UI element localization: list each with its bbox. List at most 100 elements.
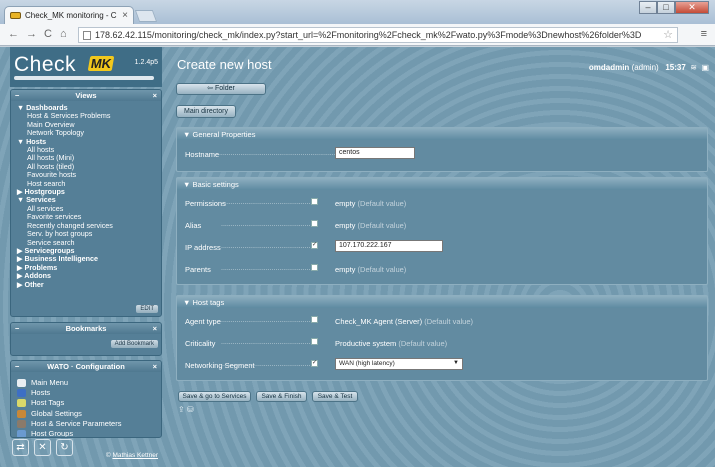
page-title: Create new host [177, 57, 272, 72]
address-bar[interactable]: 178.62.42.115/monitoring/check_mk/index.… [78, 27, 678, 43]
setting-row: Networking Segment......................… [177, 357, 707, 375]
general-properties-header[interactable]: ▼ General Properties [177, 128, 707, 140]
tab-close-icon[interactable]: × [122, 10, 128, 21]
sidebar: Check MK 1.2.4p5 − Views × ▼ Dashboards H… [10, 47, 162, 467]
dots: ........................................… [221, 361, 311, 368]
wato-item-icon [17, 399, 26, 408]
setting-label: Agent type [185, 317, 221, 326]
setting-label: Criticality [185, 339, 216, 348]
version-label: 1.2.4p5 [134, 59, 158, 66]
override-checkbox[interactable] [311, 198, 318, 205]
override-checkbox[interactable] [311, 220, 318, 227]
bookmark-star-icon[interactable]: ☆ [663, 28, 673, 41]
host-tags-header[interactable]: ▼ Host tags [177, 296, 707, 308]
home-icon[interactable]: ⌂ [60, 28, 67, 40]
wato-menu-item[interactable]: Host Tags [17, 398, 161, 408]
browser-tab[interactable]: Check_MK monitoring - C × [4, 6, 134, 24]
dots: ........................................… [217, 150, 335, 157]
browser-menu-icon[interactable]: ≡ [701, 28, 707, 40]
wato-item-icon [17, 389, 26, 398]
main-header: Create new host omdadmin (admin) 15:37 ≋… [174, 55, 709, 73]
browser-navbar: ← → C ⌂ 178.62.42.115/monitoring/check_m… [0, 24, 715, 46]
views-list: ▼ Dashboards Host & Services Problems Main… [11, 101, 161, 289]
main-directory-button[interactable]: Main directory [176, 105, 236, 118]
wato-item-icon [17, 419, 26, 428]
restart-icon[interactable]: ↻ [56, 439, 73, 456]
basic-settings-header[interactable]: ▼ Basic settings [177, 178, 707, 190]
save-go-to-services-button[interactable]: Save & go to Services [178, 391, 251, 402]
sidebar-footer: ⇄ ✕ ↻ © Mathias Kettner [10, 437, 162, 467]
reload-icon[interactable]: C [44, 28, 52, 40]
override-checkbox[interactable]: ✓ [311, 242, 318, 249]
wato-close-icon[interactable]: × [153, 361, 157, 372]
export-icon[interactable]: ⇪ [178, 405, 185, 414]
override-checkbox[interactable] [311, 264, 318, 271]
help-icon[interactable]: ▣ [701, 63, 709, 72]
clock-time: 15:37 [665, 63, 686, 72]
views-minimize-icon[interactable]: − [15, 90, 19, 101]
override-checkbox[interactable] [311, 316, 318, 323]
wato-item-icon [17, 409, 26, 418]
default-value-note: (Default value) [357, 199, 407, 208]
logo-bar [14, 76, 154, 80]
dots: ........................................… [221, 221, 311, 228]
wato-menu-item[interactable]: Global Settings [17, 409, 161, 419]
ip-address-input[interactable]: 107.170.222.167 [335, 240, 443, 252]
close-window-button[interactable]: ✕ [675, 1, 709, 14]
override-checkbox[interactable] [311, 338, 318, 345]
pin-icon[interactable]: ⛁ [187, 405, 194, 414]
add-bookmark-button[interactable]: Add Bookmark [110, 340, 158, 348]
logout-icon[interactable]: ✕ [34, 439, 51, 456]
views-header[interactable]: − Views × [11, 90, 161, 101]
setting-label: Alias [185, 221, 202, 230]
views-group[interactable]: ▶ Other [17, 280, 161, 289]
override-checkbox[interactable]: ✓ [311, 360, 318, 367]
page-content: Check MK 1.2.4p5 − Views × ▼ Dashboards H… [0, 47, 715, 467]
wato-header[interactable]: − WATO · Configuration × [11, 361, 161, 372]
user-info: omdadmin (admin) 15:37 ≋ ▣ [589, 63, 709, 72]
setting-row: Alias...................................… [177, 217, 707, 235]
save-finish-button[interactable]: Save & Finish [256, 391, 307, 402]
wato-menu-item[interactable]: Main Menu [17, 378, 161, 388]
value-text: empty [335, 265, 356, 274]
bookmarks-close-icon[interactable]: × [153, 323, 157, 334]
reload-sidebar-icon[interactable]: ⇄ [12, 439, 29, 456]
networking-segment-select[interactable]: WAN (high latency) ▼ [335, 358, 463, 370]
views-snapin: − Views × ▼ Dashboards Host & Services Pr… [10, 89, 162, 317]
wato-item-label: Host Tags [31, 398, 65, 408]
setting-value: empty (Default value) [335, 221, 406, 230]
username: omdadmin [588, 63, 630, 72]
dots: ........................................… [221, 339, 311, 346]
bookmarks-header[interactable]: − Bookmarks × [11, 323, 161, 334]
folder-button[interactable]: ⇦ Folder [176, 83, 266, 95]
forward-icon[interactable]: → [26, 28, 37, 40]
minimize-button[interactable]: – [639, 1, 657, 14]
tab-title: Check_MK monitoring - C [25, 11, 117, 20]
default-value-note: (Default value) [357, 221, 407, 230]
basic-settings-panel: ▼ Basic settings Permissions............… [176, 177, 708, 285]
default-value-note: (Default value) [424, 317, 473, 326]
browser-tabstrip: Check_MK monitoring - C × – □ ✕ [0, 0, 715, 24]
save-test-button[interactable]: Save & Test [312, 391, 358, 402]
wato-menu-item[interactable]: Host & Service Parameters [17, 419, 161, 429]
copyright-link[interactable]: Mathias Kettner [112, 452, 158, 459]
wato-minimize-icon[interactable]: − [15, 361, 19, 372]
dots: ........................................… [221, 265, 311, 272]
bookmarks-snapin: − Bookmarks × Add Bookmark [10, 322, 162, 356]
wato-item-label: Hosts [31, 388, 51, 398]
back-icon[interactable]: ← [8, 28, 19, 40]
wato-menu-item[interactable]: Hosts [17, 388, 161, 398]
views-close-icon[interactable]: × [153, 90, 157, 101]
default-value-note: (Default value) [398, 339, 448, 348]
window-controls: – □ ✕ [639, 1, 709, 14]
hostname-input[interactable]: centos [335, 147, 415, 159]
user-role: (admin) [631, 63, 659, 72]
wato-title: WATO · Configuration [47, 362, 125, 371]
reload-page-icon[interactable]: ≋ [690, 63, 697, 72]
new-tab-button[interactable] [134, 10, 158, 22]
page-icon [83, 31, 91, 40]
bookmarks-minimize-icon[interactable]: − [15, 323, 19, 334]
maximize-button[interactable]: □ [657, 1, 675, 14]
edit-views-button[interactable]: EDIT [136, 305, 158, 313]
setting-label: Permissions [185, 199, 226, 208]
